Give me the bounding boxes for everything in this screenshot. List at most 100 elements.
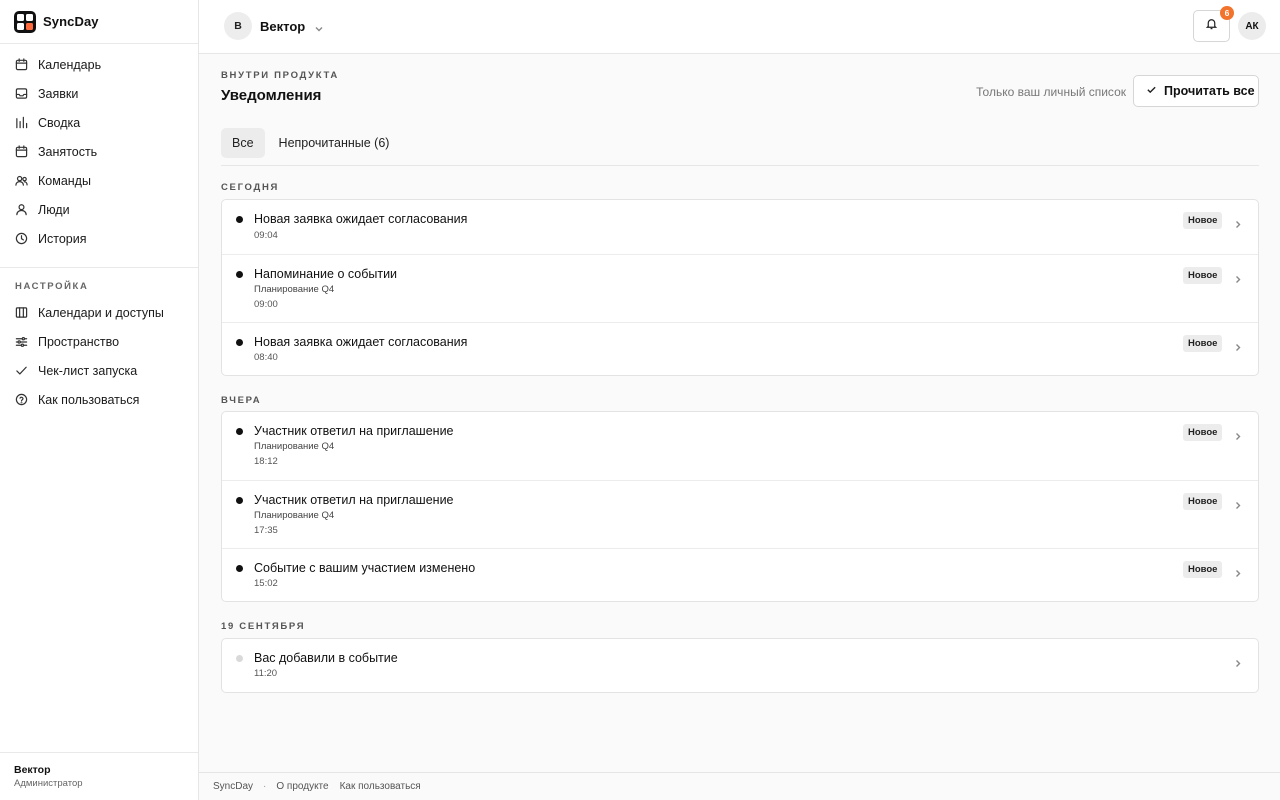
chevron-right-icon — [1234, 655, 1242, 667]
sidebar-item-summary[interactable]: Сводка — [0, 108, 198, 137]
main-nav: Календарь Заявки Сводка Занятость Команд… — [0, 44, 198, 253]
sidebar-item-people[interactable]: Люди — [0, 195, 198, 224]
notifications-count-badge: 6 — [1220, 6, 1234, 20]
notification-item[interactable]: Участник ответил на приглашение Планиров… — [222, 480, 1258, 548]
group-label-sep-19: 19 СЕНТЯБРЯ — [221, 621, 306, 632]
sidebar-item-label: Как пользоваться — [38, 392, 140, 407]
check-icon — [15, 364, 28, 377]
inbox-icon — [15, 87, 28, 100]
notification-item[interactable]: Новая заявка ожидает согласования 08:40 … — [222, 322, 1258, 375]
new-badge: Новое — [1183, 267, 1223, 284]
group-label-yesterday: ВЧЕРА — [221, 395, 262, 406]
notification-subtitle: Планирование Q4 — [254, 510, 335, 521]
sidebar-item-label: Занятость — [38, 144, 98, 159]
unread-dot — [236, 497, 243, 504]
footer-link-about[interactable]: О продукте — [276, 781, 328, 792]
new-badge: Новое — [1183, 212, 1223, 229]
notification-subtitle: Планирование Q4 — [254, 441, 335, 452]
sidebar-item-requests[interactable]: Заявки — [0, 79, 198, 108]
help-circle-icon — [15, 393, 28, 406]
settings-nav: Календари и доступы Пространство Чек-лис… — [0, 298, 198, 414]
new-badge: Новое — [1183, 335, 1223, 352]
new-badge: Новое — [1183, 561, 1223, 578]
unread-dot — [236, 565, 243, 572]
notification-subtitle: Планирование Q4 — [254, 284, 335, 295]
notification-group-today: Новая заявка ожидает согласования 09:04 … — [221, 199, 1259, 376]
scope-note: Только ваш личный список — [976, 85, 1126, 99]
new-badge: Новое — [1183, 424, 1223, 441]
notification-item[interactable]: Напоминание о событии Планирование Q4 09… — [222, 254, 1258, 322]
notification-title: Участник ответил на приглашение — [254, 424, 454, 438]
notification-time: 09:00 — [254, 299, 278, 310]
notification-item[interactable]: Событие с вашим участием изменено 15:02 … — [222, 548, 1258, 601]
sidebar-item-label: История — [38, 231, 87, 246]
notification-item[interactable]: Новая заявка ожидает согласования 09:04 … — [222, 200, 1258, 254]
check-icon — [1146, 84, 1164, 98]
notification-title: Вас добавили в событие — [254, 651, 398, 665]
sidebar-item-label: Календарь — [38, 57, 102, 72]
sidebar-item-label: Люди — [38, 202, 70, 217]
settings-section-label: НАСТРОЙКА — [15, 281, 89, 292]
sidebar-item-label: Заявки — [38, 86, 79, 101]
calendar-icon — [15, 145, 28, 158]
tab-all[interactable]: Все — [221, 128, 265, 158]
brand-name: SyncDay — [43, 14, 99, 29]
notification-time: 09:04 — [254, 230, 278, 241]
unread-dot — [236, 216, 243, 223]
user-avatar[interactable]: АК — [1238, 12, 1266, 40]
notification-time: 08:40 — [254, 352, 278, 363]
unread-dot — [236, 428, 243, 435]
sidebar-item-label: Чек-лист запуска — [38, 363, 138, 378]
sidebar-item-label: Команды — [38, 173, 91, 188]
notification-group-yesterday: Участник ответил на приглашение Планиров… — [221, 411, 1259, 602]
bar-chart-icon — [15, 116, 28, 129]
notification-time: 15:02 — [254, 578, 278, 589]
filter-tabs: Все Непрочитанные (6) — [221, 128, 1259, 166]
sidebar-item-workspace[interactable]: Пространство — [0, 327, 198, 356]
footer-separator: · — [263, 781, 267, 792]
chevron-right-icon — [1234, 339, 1242, 351]
notification-item[interactable]: Вас добавили в событие 11:20 — [222, 639, 1258, 692]
chevron-right-icon — [1234, 216, 1242, 228]
read-dot — [236, 655, 243, 662]
tab-unread[interactable]: Непрочитанные (6) — [268, 128, 401, 158]
page-footer: SyncDay · О продукте Как пользоваться — [199, 772, 1280, 800]
notification-title: Новая заявка ожидает согласования — [254, 335, 468, 349]
sidebar-workspace-info[interactable]: Вектор Администратор — [0, 752, 198, 800]
footer-brand[interactable]: SyncDay — [213, 781, 253, 792]
read-all-button[interactable]: Прочитать все — [1133, 75, 1259, 107]
notification-title: Событие с вашим участием изменено — [254, 561, 476, 575]
workspace-name: Вектор — [14, 764, 51, 776]
unread-dot — [236, 339, 243, 346]
workspace-switcher-name: Вектор — [260, 18, 306, 34]
chevron-down-icon — [314, 21, 324, 32]
sidebar-item-label: Сводка — [38, 115, 81, 130]
sidebar-item-teams[interactable]: Команды — [0, 166, 198, 195]
sidebar-item-label: Календари и доступы — [38, 305, 164, 320]
workspace-switcher[interactable]: В Вектор — [224, 12, 324, 40]
user-icon — [15, 203, 28, 216]
sidebar-item-availability[interactable]: Занятость — [0, 137, 198, 166]
calendar-icon — [15, 58, 28, 71]
chevron-right-icon — [1234, 497, 1242, 509]
notification-group-sep-19: Вас добавили в событие 11:20 — [221, 638, 1259, 693]
notification-time: 11:20 — [254, 668, 278, 679]
book-icon — [15, 306, 28, 319]
sidebar-item-how-to-use[interactable]: Как пользоваться — [0, 385, 198, 414]
brand[interactable]: SyncDay — [0, 0, 198, 44]
read-all-label: Прочитать все — [1164, 84, 1255, 98]
bell-icon — [1205, 17, 1218, 35]
topbar: В Вектор 6 АК — [199, 0, 1280, 54]
sidebar-item-launch-checklist[interactable]: Чек-лист запуска — [0, 356, 198, 385]
sidebar: SyncDay Календарь Заявки Сводка Занятост… — [0, 0, 199, 800]
sidebar-item-calendar[interactable]: Календарь — [0, 50, 198, 79]
chevron-right-icon — [1234, 565, 1242, 577]
footer-link-how-to-use[interactable]: Как пользоваться — [340, 781, 421, 792]
sidebar-item-label: Пространство — [38, 334, 120, 349]
notification-item[interactable]: Участник ответил на приглашение Планиров… — [222, 412, 1258, 480]
workspace-avatar: В — [224, 12, 252, 40]
notification-time: 18:12 — [254, 456, 278, 467]
sidebar-item-calendars-access[interactable]: Календари и доступы — [0, 298, 198, 327]
user-role: Администратор — [14, 778, 83, 789]
sidebar-item-history[interactable]: История — [0, 224, 198, 253]
